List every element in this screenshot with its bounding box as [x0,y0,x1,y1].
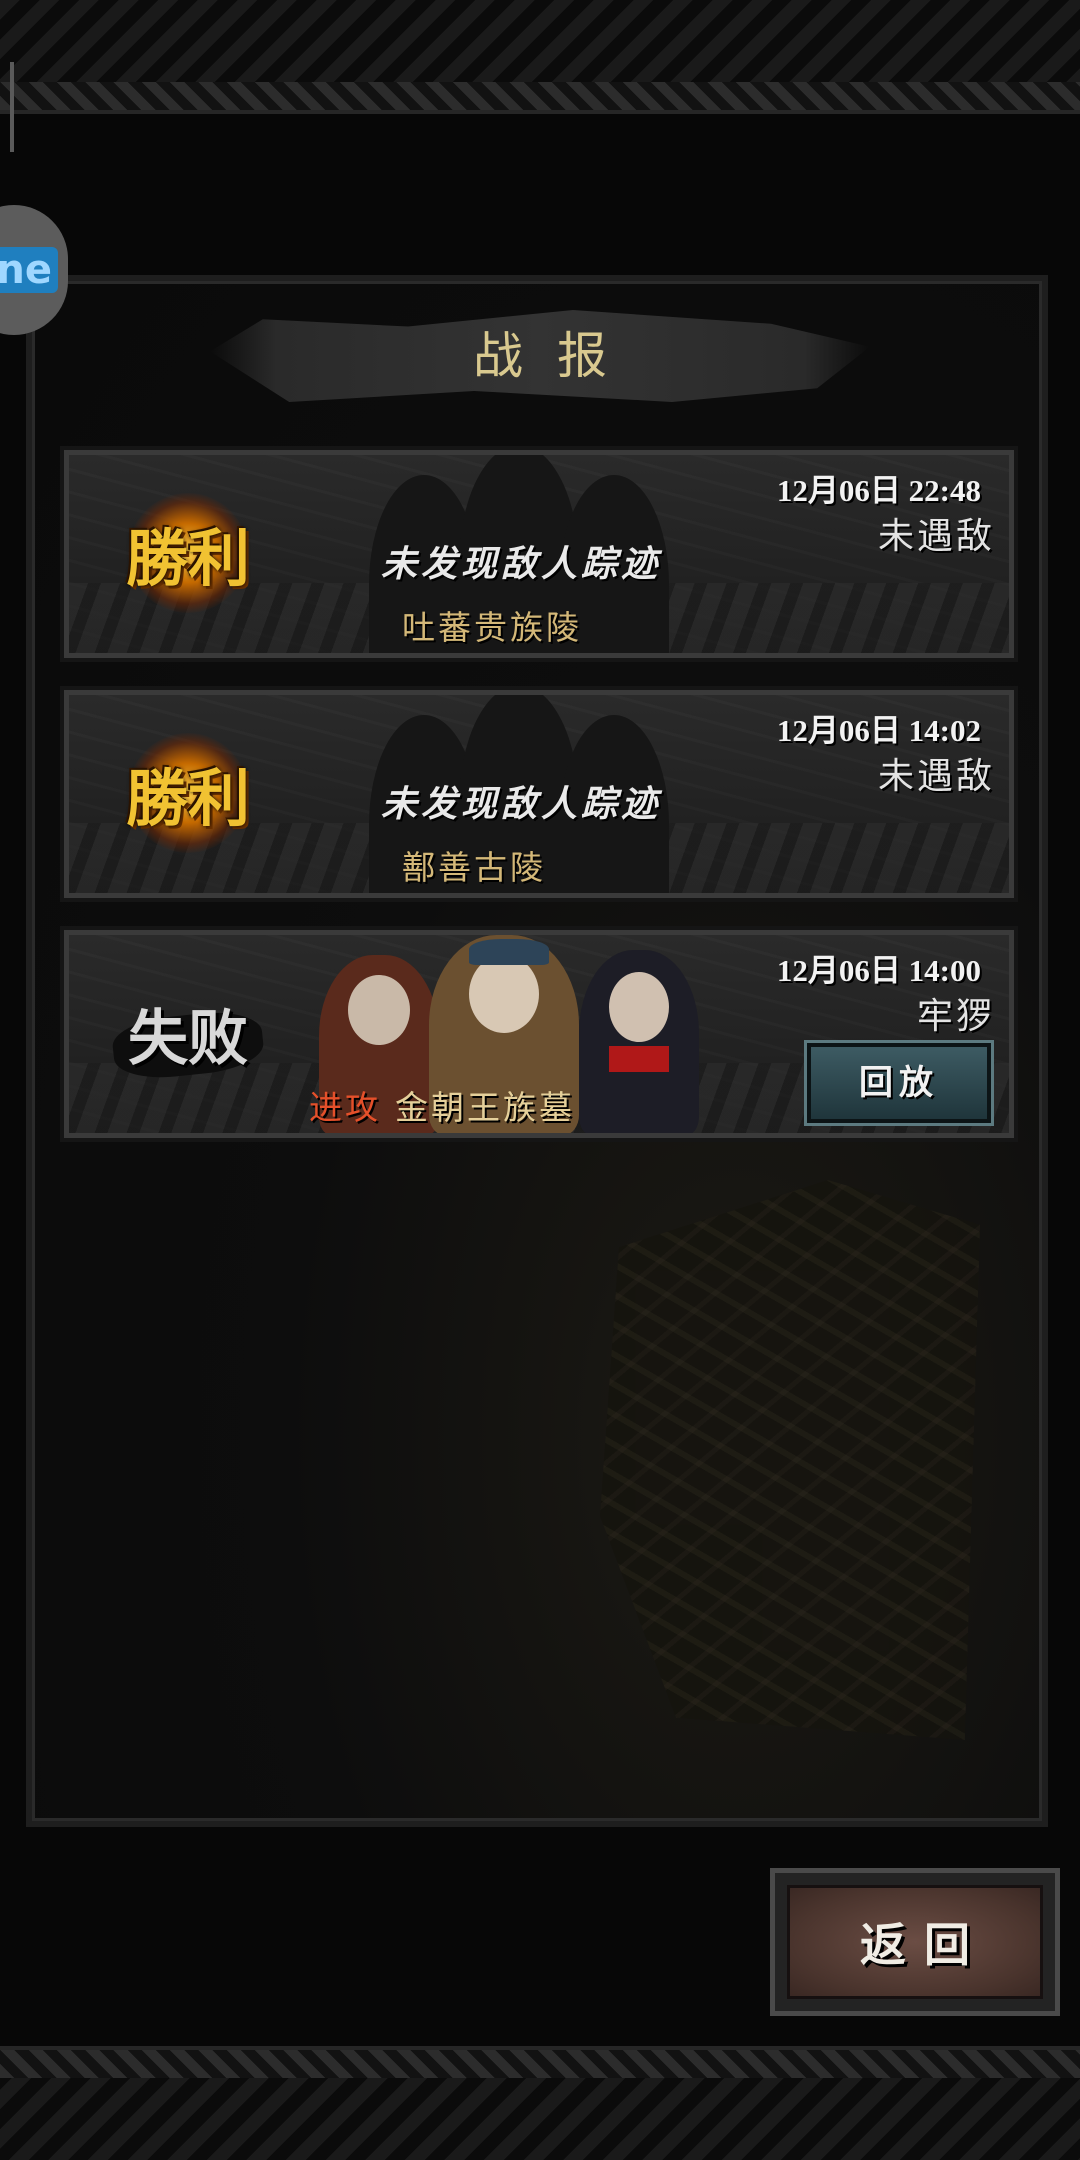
report-datetime: 12月06日 22:48 [776,473,981,508]
result-label: 失败 [128,1003,248,1074]
report-datetime: 12月06日 14:00 [776,953,981,988]
report-enemy: 牢猡 [916,996,995,1037]
report-enemy: 未遇敌 [877,756,995,797]
report-enemy: 未遇敌 [877,516,995,557]
attack-tag: 进攻 [309,1088,381,1127]
result-label: 勝利 [125,522,250,595]
bottom-border-decoration [0,2046,1080,2160]
top-border-decoration [0,0,1080,114]
battle-report-screen: ne 战报 勝利 未发现敌人踪迹 吐蕃贵族陵 12月06日 22:48 未遇敌 … [0,0,1080,2160]
defeat-badge-icon: 失败 [103,963,273,1103]
report-row[interactable]: 勝利 未发现敌人踪迹 鄯善古陵 12月06日 14:02 未遇敌 [60,686,1018,902]
replay-button[interactable]: 回放 [804,1040,994,1126]
report-message: 未发现敌人踪迹 [381,783,662,825]
report-location: 鄯善古陵 [402,848,546,887]
report-location: 金朝王族墓 [395,1088,575,1127]
page-title: 战报 [473,327,641,385]
side-badge-label: ne [0,247,58,293]
attack-line: 进攻 金朝王族墓 [309,1081,575,1129]
report-row[interactable]: 失败 进攻 金朝王族墓 12月06日 14:00 牢猡 回放 [60,926,1018,1142]
report-message: 未发现敌人踪迹 [381,543,662,585]
result-label: 勝利 [125,762,250,835]
report-row[interactable]: 勝利 未发现敌人踪迹 吐蕃贵族陵 12月06日 22:48 未遇敌 [60,446,1018,662]
victory-badge-icon: 勝利 [103,723,273,863]
report-datetime: 12月06日 14:02 [776,713,981,748]
victory-badge-icon: 勝利 [103,483,273,623]
ruin-background-art [600,1180,980,1740]
edge-scroll-indicator [10,62,14,152]
report-location: 吐蕃贵族陵 [402,608,582,647]
return-button-label: 返回 [787,1885,1043,1999]
hero-portrait-icon [579,950,699,1133]
return-button[interactable]: 返回 [770,1868,1060,2016]
